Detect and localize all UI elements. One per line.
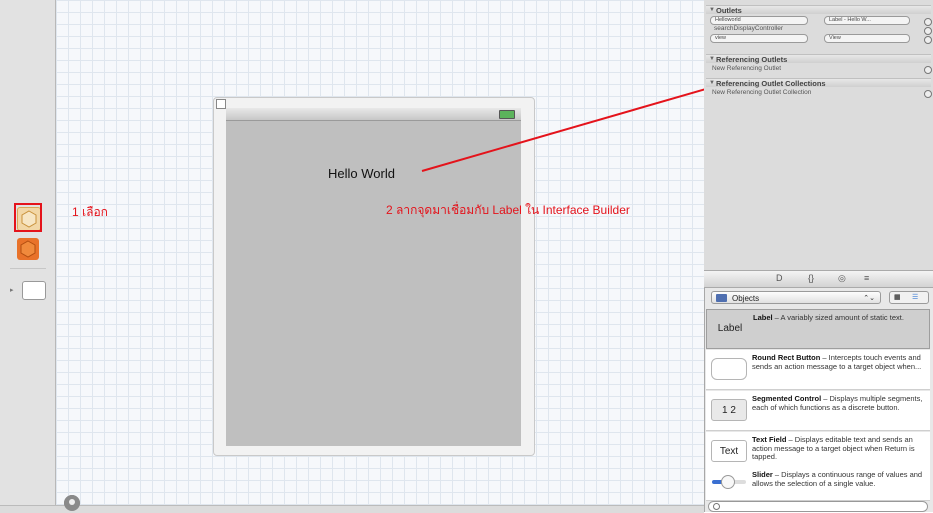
outlet-name: searchDisplayController — [714, 25, 783, 32]
new-ref-collection-row[interactable]: New Referencing Outlet Collection — [712, 89, 922, 97]
grid-view-icon[interactable]: ▦ — [894, 293, 901, 301]
new-ref-outlet-label: New Referencing Outlet — [712, 65, 782, 72]
library-selector-value: Objects — [732, 294, 760, 303]
outlet-row[interactable]: Helloworld Label - Hello W... — [710, 16, 920, 25]
label-thumb: Label — [717, 323, 743, 334]
new-ref-outlet-row[interactable]: New Referencing Outlet — [712, 65, 922, 73]
library-item-label[interactable]: Label Label – A variably sized amount of… — [706, 309, 930, 349]
library-item-text-field[interactable]: Text Text Field – Displays editable text… — [706, 432, 930, 472]
slider-knob-icon — [721, 475, 735, 489]
item-name: Label — [753, 313, 773, 322]
outlet-row[interactable]: searchDisplayController — [714, 25, 924, 33]
outlets-header[interactable]: ▼ Outlets — [706, 5, 931, 15]
referencing-collections-header[interactable]: ▼ Referencing Outlet Collections — [706, 78, 931, 88]
new-ref-collection-label: New Referencing Outlet Collection — [712, 89, 812, 96]
library-item-slider[interactable]: Slider – Displays a continuous range of … — [706, 467, 930, 501]
outlet-name: Helloworld — [710, 16, 808, 25]
outlet-target[interactable]: Label - Hello W... — [824, 16, 910, 25]
referencing-collections-title: Referencing Outlet Collections — [716, 79, 826, 88]
object-library-tab[interactable]: ◎ — [838, 273, 846, 284]
outlets-title: Outlets — [716, 6, 742, 15]
text-field-thumb: Text — [711, 440, 747, 462]
library-tab-bar: D {} ◎ ≡ — [704, 270, 933, 288]
code-snippet-tab[interactable]: {} — [808, 273, 814, 283]
outlet-name: view — [710, 34, 808, 43]
connection-circle-icon[interactable] — [924, 66, 932, 74]
chevron-down-icon: ⌃⌄ — [863, 295, 875, 302]
referencing-outlets-title: Referencing Outlets — [716, 55, 788, 64]
disclosure-triangle-icon[interactable]: ▼ — [709, 55, 715, 64]
zoom-button[interactable] — [64, 495, 80, 511]
connection-circle-icon[interactable] — [924, 36, 932, 44]
search-icon — [713, 503, 720, 510]
library-selector[interactable]: Objects ⌃⌄ — [711, 291, 881, 304]
media-library-tab[interactable]: ≡ — [864, 273, 869, 283]
item-desc: – A variably sized amount of static text… — [772, 313, 904, 322]
view-mode-toggle[interactable]: ▦ ☰ — [889, 291, 929, 304]
connection-circle-icon[interactable] — [924, 18, 932, 26]
list-view-icon[interactable]: ☰ — [912, 293, 918, 301]
objects-icon — [716, 294, 727, 302]
disclosure-triangle-icon[interactable]: ▼ — [709, 79, 715, 88]
library-search-field[interactable] — [708, 501, 928, 512]
connection-circle-icon[interactable] — [924, 90, 932, 98]
item-desc: – Displays a continuous range of values … — [752, 470, 923, 488]
library-item-round-rect-button[interactable]: Round Rect Button – Intercepts touch eve… — [706, 350, 930, 390]
outlet-target[interactable]: View — [824, 34, 910, 43]
library-item-segmented-control[interactable]: 1 2 Segmented Control – Displays multipl… — [706, 391, 930, 431]
disclosure-triangle-icon[interactable]: ▼ — [709, 6, 715, 15]
file-template-tab[interactable]: D — [776, 273, 783, 283]
referencing-outlets-header[interactable]: ▼ Referencing Outlets — [706, 54, 931, 64]
outlet-row[interactable]: view View — [710, 34, 920, 43]
connection-circle-icon[interactable] — [924, 27, 932, 35]
segmented-thumb: 1 2 — [711, 399, 747, 421]
round-rect-thumb — [711, 358, 747, 380]
